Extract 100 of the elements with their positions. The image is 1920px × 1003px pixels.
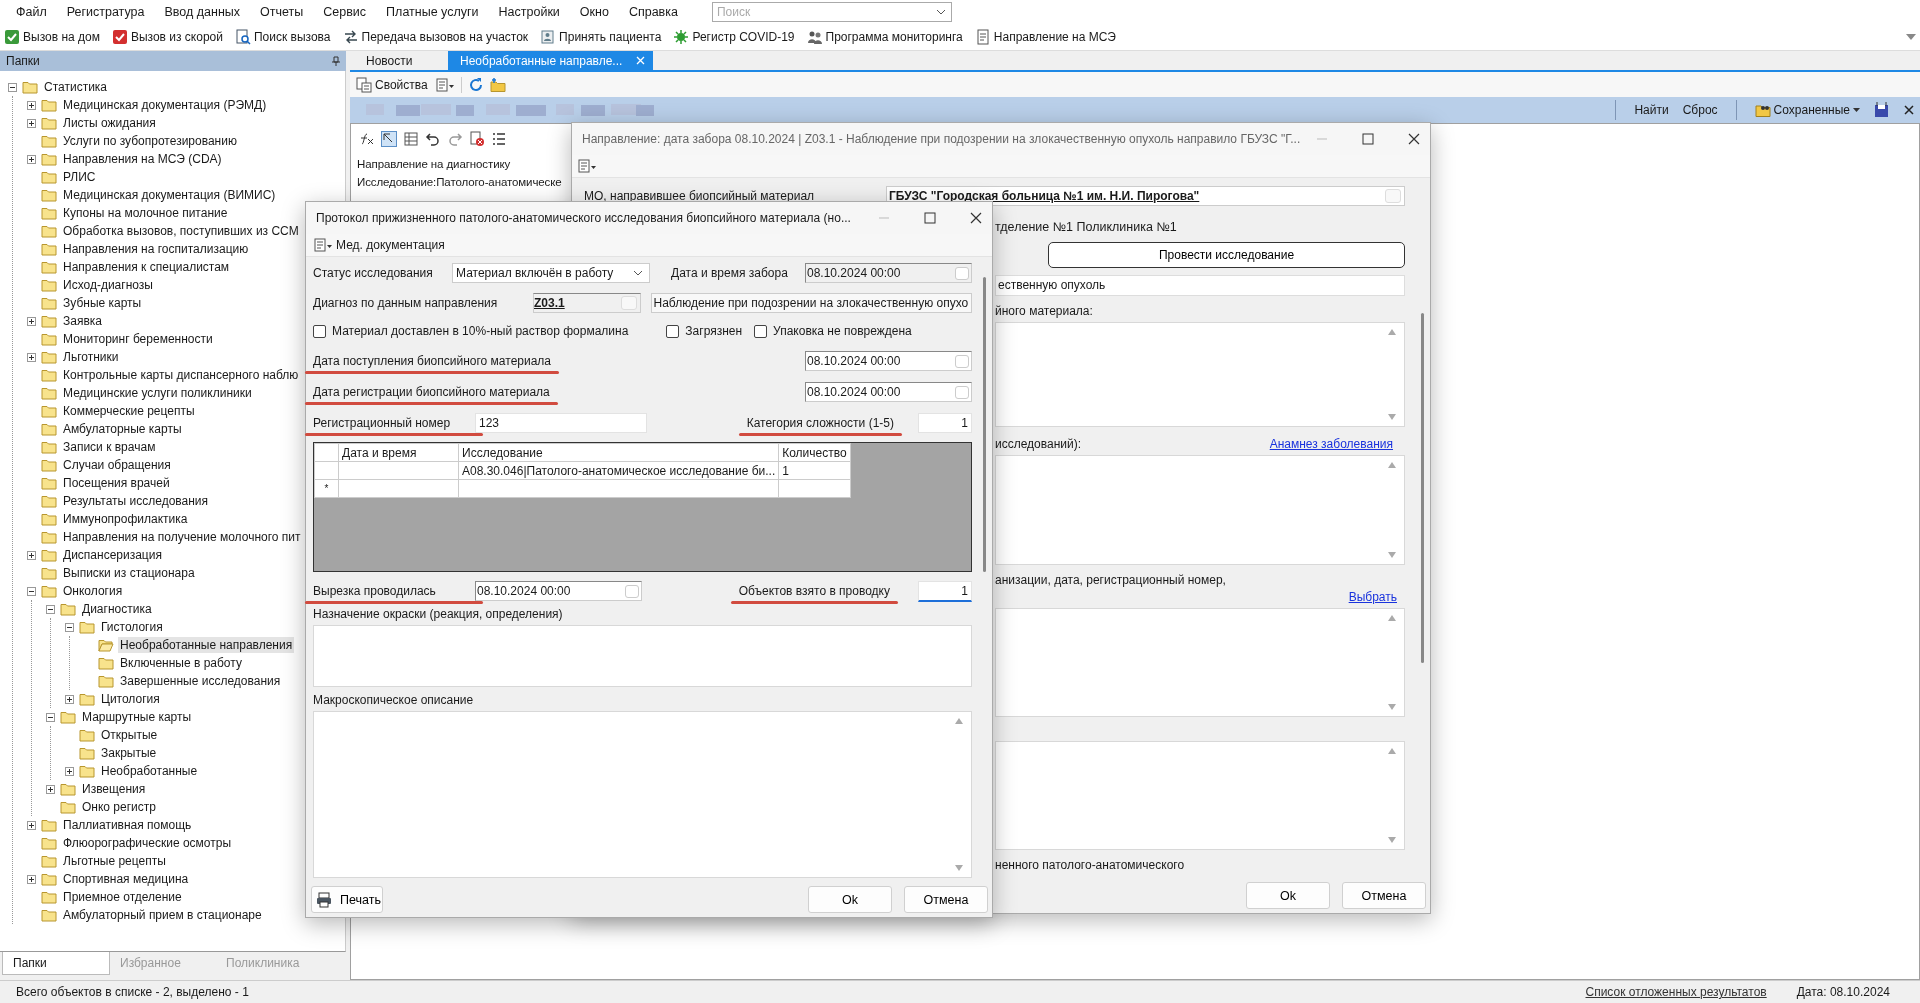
collapse-icon[interactable] <box>46 712 55 722</box>
tree-item[interactable]: Выписки из стационара <box>61 565 197 581</box>
ok-button[interactable]: Ok <box>808 886 892 913</box>
tree-item[interactable]: Медицинская документация (ВИМИС) <box>61 187 278 203</box>
tree-item[interactable]: Спортивная медицина <box>61 871 191 887</box>
pin-icon[interactable] <box>332 56 340 66</box>
tree-item[interactable]: Заявка <box>61 313 104 329</box>
scroll-up-icon[interactable] <box>1388 615 1396 621</box>
tree-item[interactable]: Амбулаторные карты <box>61 421 184 437</box>
tree-item[interactable]: Коммерческие рецепты <box>61 403 197 419</box>
redo-icon[interactable] <box>447 131 463 147</box>
scroll-up-icon[interactable] <box>955 718 963 724</box>
conduct-button[interactable]: Провести исследование <box>1048 242 1405 268</box>
tree-item[interactable]: Результаты исследования <box>61 493 211 509</box>
toolbar-button[interactable]: Передача вызовов на участок <box>340 28 531 46</box>
scroll-down-icon[interactable] <box>1388 414 1396 420</box>
checkbox[interactable]: Загрязнен <box>666 324 743 338</box>
input-field[interactable]: 123 <box>475 413 647 433</box>
tree-item[interactable]: Гистология <box>99 619 165 635</box>
scrollbar[interactable] <box>983 277 986 572</box>
collapse-icon[interactable] <box>65 622 74 632</box>
tree-item[interactable]: Направления на госпитализацию <box>61 241 251 257</box>
close-icon[interactable] <box>970 212 982 224</box>
choose-link[interactable]: Выбрать <box>1348 590 1397 604</box>
find-button[interactable]: Найти <box>1634 103 1669 117</box>
properties-button[interactable]: Свойства <box>354 75 430 94</box>
select-icon[interactable] <box>381 131 397 147</box>
panel-tab[interactable]: Папки <box>2 952 110 975</box>
expand-icon[interactable] <box>46 784 55 794</box>
scroll-up-icon[interactable] <box>1388 748 1396 754</box>
scroll-down-icon[interactable] <box>1388 837 1396 843</box>
ok-button[interactable]: Ok <box>1246 882 1330 909</box>
list-icon[interactable] <box>491 131 507 147</box>
menu-item[interactable]: Отчеты <box>260 5 318 19</box>
scroll-up-icon[interactable] <box>1388 462 1396 468</box>
table-cell[interactable] <box>338 479 459 498</box>
expand-icon[interactable] <box>27 550 36 560</box>
expand-icon[interactable] <box>27 874 36 884</box>
caret-icon[interactable] <box>1906 34 1916 40</box>
refresh-icon[interactable] <box>467 76 484 93</box>
history-link[interactable]: Анамнез заболевания <box>1269 437 1393 451</box>
document-tab[interactable]: Новости <box>354 51 446 70</box>
tree-item[interactable]: Включенные в работу <box>118 655 244 671</box>
chevron-down-icon[interactable] <box>935 9 946 15</box>
input-field[interactable]: 1 <box>918 413 972 433</box>
tree-item[interactable]: Завершенные исследования <box>118 673 283 689</box>
tree-item[interactable]: Медицинские услуги поликлиники <box>61 385 254 401</box>
tree-item[interactable]: Мониторинг беременности <box>61 331 215 347</box>
toolbar-button[interactable]: Регистр COVID-19 <box>671 28 797 46</box>
document-tab[interactable]: Необработанные направле... <box>448 51 654 70</box>
menu-item[interactable]: Регистратура <box>66 5 159 19</box>
tree-item[interactable]: Посещения врачей <box>61 475 172 491</box>
cancel-button[interactable]: Отмена <box>1342 882 1426 909</box>
scroll-down-icon[interactable] <box>1388 552 1396 558</box>
expand-icon[interactable] <box>27 820 36 830</box>
tree-item[interactable]: Направления на МСЭ (CDA) <box>61 151 224 167</box>
tree-item[interactable]: Направления к специалистам <box>61 259 232 275</box>
input-field[interactable]: 1 <box>918 580 972 602</box>
expand-icon[interactable] <box>27 316 36 326</box>
menu-item[interactable]: Настройки <box>498 5 574 19</box>
tree-item[interactable]: Зубные карты <box>61 295 144 311</box>
dropdown[interactable]: Материал включён в работу <box>452 263 650 283</box>
expand-icon[interactable] <box>27 118 36 128</box>
tree-item[interactable]: Цитология <box>99 691 162 707</box>
tree-item[interactable]: Исход-диагнозы <box>61 277 155 293</box>
tree-item[interactable]: Паллиативная помощь <box>61 817 194 833</box>
toolbar-button[interactable]: Программа мониторинга <box>804 28 965 46</box>
collapse-icon[interactable] <box>27 586 36 596</box>
tree-item[interactable]: Услуги по зубопротезированию <box>61 133 239 149</box>
scroll-up-icon[interactable] <box>1388 329 1396 335</box>
column-header[interactable]: Исследование <box>458 443 779 462</box>
input-field[interactable]: ественную опухоль <box>995 275 1405 296</box>
tree-item[interactable]: Контрольные карты диспансерного наблю <box>61 367 301 383</box>
tree-item[interactable]: Записи к врачам <box>61 439 158 455</box>
tree-item[interactable]: Необработанные <box>99 763 200 779</box>
input-field[interactable]: Z03.1 <box>533 293 641 313</box>
cancel-button[interactable]: Отмена <box>904 886 988 913</box>
scroll-down-icon[interactable] <box>1388 704 1396 710</box>
tree-item[interactable]: Флюорографические осмотры <box>61 835 234 851</box>
toolbar-button[interactable]: Вызов на дом <box>2 28 102 46</box>
close-icon[interactable] <box>1408 133 1420 145</box>
scroll-down-icon[interactable] <box>955 865 963 871</box>
search-field[interactable]: Поиск <box>711 2 952 22</box>
table-cell[interactable] <box>458 479 779 498</box>
saved-filters-button[interactable]: Сохраненные <box>1754 103 1860 117</box>
collapse-icon[interactable] <box>46 604 55 614</box>
save-icon[interactable] <box>1874 102 1890 118</box>
formula-icon[interactable] <box>359 131 375 147</box>
delete-icon[interactable] <box>469 131 485 147</box>
tree-item[interactable]: Льготные рецепты <box>61 853 168 869</box>
scrollbar[interactable] <box>1421 313 1424 663</box>
tree-item[interactable]: Направления на получение молочного пит <box>61 529 303 545</box>
menu-item[interactable]: Сервис <box>323 5 381 19</box>
toolbar-button[interactable]: Принять пациента <box>538 28 664 46</box>
tree-item[interactable]: Диагностика <box>80 601 154 617</box>
table-cell[interactable] <box>778 479 851 498</box>
tree-item[interactable]: Приемное отделение <box>61 889 184 905</box>
undo-icon[interactable] <box>425 131 441 147</box>
menu-item[interactable]: Справка <box>628 5 692 19</box>
tree-item[interactable]: Онко регистр <box>80 799 158 815</box>
